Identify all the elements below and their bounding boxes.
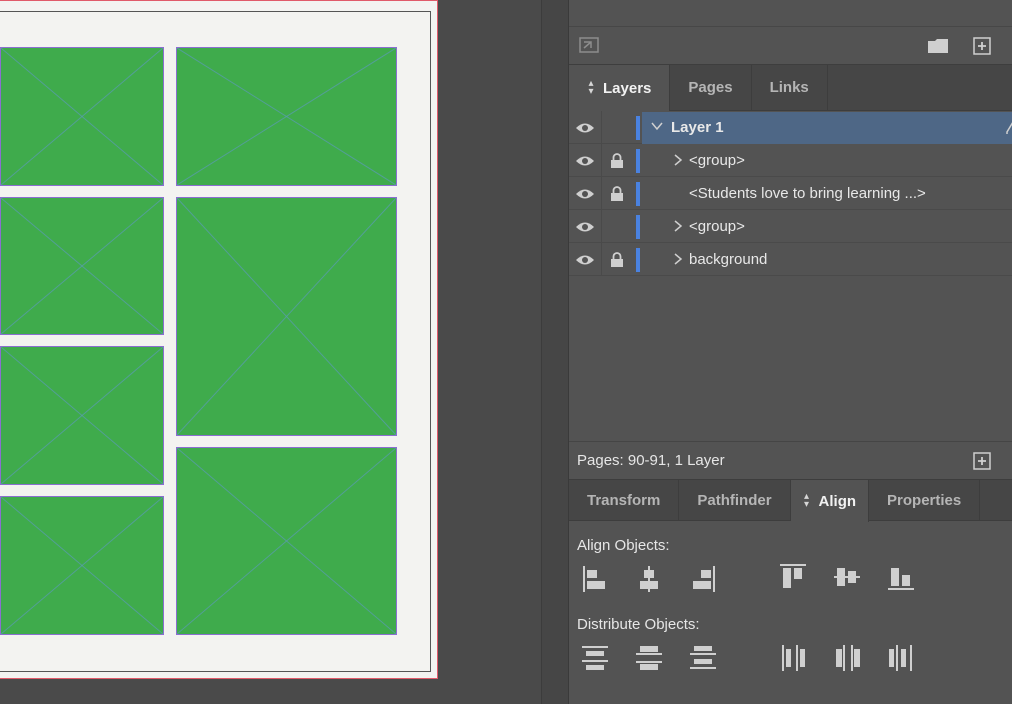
chevron-right-icon[interactable] [673, 154, 683, 169]
tab-properties[interactable]: Properties [869, 480, 981, 521]
tab-pathfinder[interactable]: Pathfinder [679, 480, 791, 521]
distribute-objects-label: Distribute Objects: [577, 616, 700, 633]
layer-name: <Students love to bring learning ...> [689, 185, 926, 202]
tab-pages[interactable]: Pages [670, 65, 752, 110]
chevron-down-icon[interactable] [651, 120, 663, 135]
tab-layers[interactable]: ▴ ▾ Layers [569, 65, 671, 111]
tab-label: Pages [688, 79, 733, 96]
canvas-scroll-gutter [541, 0, 568, 704]
place-icon[interactable] [578, 36, 600, 56]
align-right-edges-icon[interactable] [689, 564, 717, 594]
layer-name: <group> [689, 218, 745, 235]
layer-row-layer-1[interactable]: Layer 1 [569, 111, 1012, 144]
align-objects-label: Align Objects: [577, 537, 670, 554]
layer-color-swatch [636, 215, 640, 239]
panel-dock: ▴ ▾ Layers Pages Links Layer 1 <group> <… [568, 0, 1012, 704]
document-page[interactable] [0, 0, 438, 679]
collapse-toggle-icon[interactable]: ▴ ▾ [587, 79, 595, 97]
column-divider [601, 144, 602, 177]
tab-label: Links [769, 79, 809, 96]
document-canvas[interactable] [0, 0, 541, 704]
distribute-bottom-edges-icon[interactable] [689, 643, 717, 673]
image-frame[interactable] [176, 447, 397, 635]
layer-name: <group> [689, 152, 745, 169]
align-tabbar: Transform Pathfinder ▴ ▾ Align Properties [569, 479, 1012, 522]
visibility-eye-icon[interactable] [575, 187, 595, 201]
tab-links[interactable]: Links [752, 65, 828, 110]
layer-color-swatch [636, 116, 640, 140]
align-left-edges-icon[interactable] [581, 564, 609, 594]
tab-label: Layers [603, 79, 652, 97]
image-frame[interactable] [176, 197, 397, 436]
column-divider [601, 177, 602, 210]
new-page-icon[interactable] [971, 36, 993, 56]
image-frame[interactable] [0, 197, 164, 335]
new-layer-icon[interactable] [973, 452, 991, 474]
distribute-objects-row [569, 643, 1012, 683]
align-bottom-edges-icon[interactable] [887, 562, 915, 592]
tab-label: Transform [587, 492, 661, 509]
layer-row-group[interactable]: <group> [569, 144, 1012, 177]
image-frame[interactable] [0, 47, 164, 186]
lock-icon[interactable] [610, 186, 624, 202]
distribute-horizontal-centers-icon[interactable] [833, 643, 861, 673]
layers-status-bar: Pages: 90-91, 1 Layer [569, 441, 1012, 479]
chevron-right-icon[interactable] [673, 253, 683, 268]
chevron-right-icon[interactable] [673, 220, 683, 235]
image-frame[interactable] [0, 496, 164, 635]
layer-row-background[interactable]: background [569, 243, 1012, 276]
layer-row-group[interactable]: <group> [569, 210, 1012, 243]
tab-align[interactable]: ▴ ▾ Align [790, 480, 870, 522]
layers-list: Layer 1 <group> <Students love to bring … [569, 111, 1012, 441]
align-vertical-centers-icon[interactable] [833, 562, 861, 592]
collapsed-panel-strip [569, 0, 1012, 27]
visibility-eye-icon[interactable] [575, 121, 595, 135]
folder-icon[interactable] [927, 36, 949, 56]
align-objects-row [569, 562, 1012, 602]
align-panel-body: Align Objects: Distribute Objects: [569, 521, 1012, 683]
layer-name: Layer 1 [671, 119, 724, 136]
layers-tabbar: ▴ ▾ Layers Pages Links [569, 65, 1012, 111]
visibility-eye-icon[interactable] [575, 154, 595, 168]
tab-label: Pathfinder [697, 492, 772, 509]
layer-color-swatch [636, 182, 640, 206]
column-divider [601, 210, 602, 243]
links-toolbar [569, 27, 1012, 65]
column-divider [601, 243, 602, 276]
tab-transform[interactable]: Transform [569, 480, 680, 521]
layer-color-swatch [636, 248, 640, 272]
image-frame[interactable] [176, 47, 397, 186]
distribute-left-edges-icon[interactable] [779, 643, 807, 673]
layer-name: background [689, 251, 768, 268]
visibility-eye-icon[interactable] [575, 253, 595, 267]
lock-icon[interactable] [610, 153, 624, 169]
align-horizontal-centers-icon[interactable] [635, 564, 663, 594]
distribute-right-edges-icon[interactable] [887, 643, 915, 673]
tab-label: Properties [887, 492, 962, 509]
visibility-eye-icon[interactable] [575, 220, 595, 234]
layer-color-swatch [636, 149, 640, 173]
collapse-toggle-icon[interactable]: ▴ ▾ [803, 492, 811, 510]
lock-icon[interactable] [610, 252, 624, 268]
distribute-top-edges-icon[interactable] [581, 643, 609, 673]
image-frame[interactable] [0, 346, 164, 485]
pen-icon [1005, 121, 1012, 140]
layer-row-text-frame[interactable]: <Students love to bring learning ...> [569, 177, 1012, 210]
pages-layer-count: Pages: 90-91, 1 Layer [577, 452, 725, 469]
tab-label: Align [818, 492, 857, 510]
column-divider [601, 111, 602, 144]
align-top-edges-icon[interactable] [779, 562, 807, 592]
distribute-vertical-centers-icon[interactable] [635, 643, 663, 673]
